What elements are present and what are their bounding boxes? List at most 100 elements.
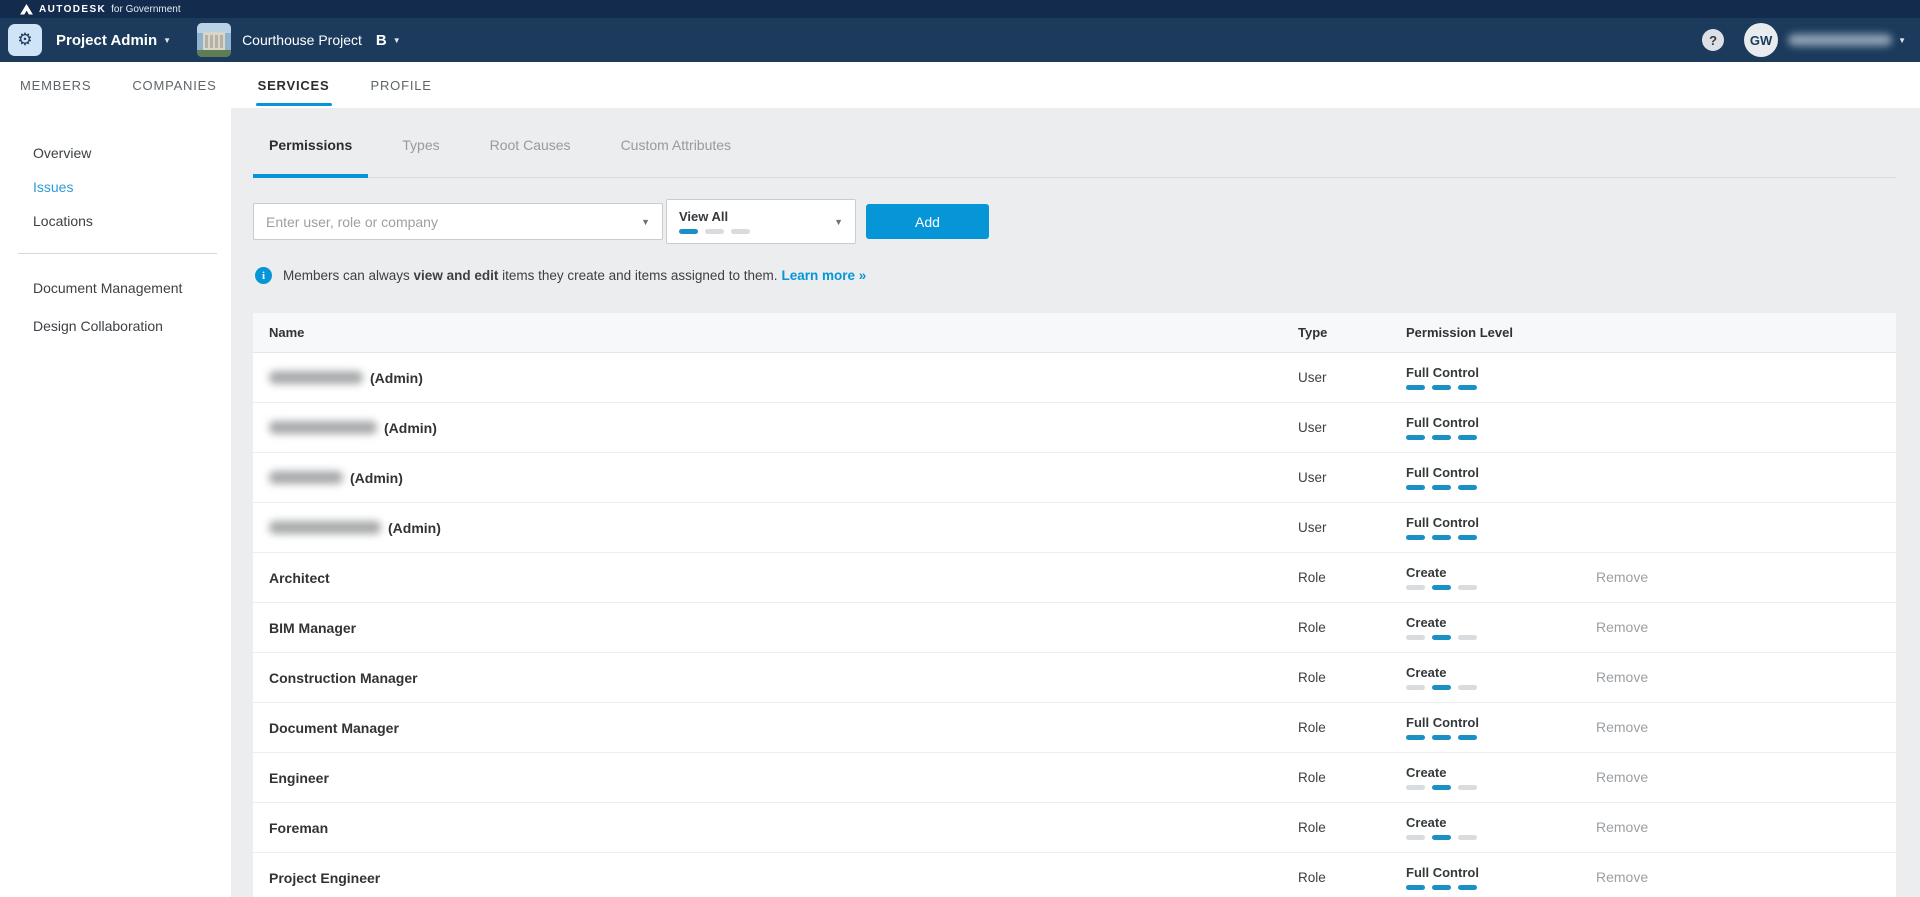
permission-level-bars: [679, 229, 834, 234]
tab-companies[interactable]: COMPANIES: [130, 62, 218, 108]
row-name: Project Engineer: [253, 870, 1298, 886]
subtab-custom-attributes[interactable]: Custom Attributes: [605, 124, 748, 177]
admin-suffix: (Admin): [370, 370, 423, 386]
row-name: (Admin): [253, 470, 1298, 486]
permission-cell[interactable]: Full Control: [1406, 415, 1596, 440]
tab-services[interactable]: SERVICES: [256, 62, 332, 108]
subtab-types[interactable]: Types: [386, 124, 455, 177]
subtab-permissions[interactable]: Permissions: [253, 124, 368, 177]
remove-cell: Remove: [1596, 669, 1896, 687]
table-row: (Admin) User Full Control: [253, 503, 1896, 553]
level-bar: [731, 229, 750, 234]
redacted-name: [269, 421, 377, 434]
remove-link[interactable]: Remove: [1596, 569, 1648, 585]
permission-label: Full Control: [1406, 415, 1596, 430]
permission-label: Full Control: [1406, 515, 1596, 530]
level-bar: [1458, 785, 1477, 790]
redacted-name: [269, 371, 363, 384]
level-bar: [1458, 735, 1477, 740]
remove-link[interactable]: Remove: [1596, 719, 1648, 735]
subtab-root-causes[interactable]: Root Causes: [474, 124, 587, 177]
permission-level-bars: [1406, 485, 1596, 490]
project-name: Courthouse Project: [242, 32, 362, 48]
permission-label: Create: [1406, 565, 1596, 580]
permission-cell[interactable]: Create: [1406, 565, 1596, 590]
help-button[interactable]: ?: [1702, 29, 1724, 51]
tab-profile[interactable]: PROFILE: [369, 62, 434, 108]
gear-icon: ⚙: [17, 30, 32, 50]
remove-link[interactable]: Remove: [1596, 819, 1648, 835]
permission-cell[interactable]: Full Control: [1406, 865, 1596, 890]
permission-label: Full Control: [1406, 465, 1596, 480]
table-row: Project Engineer Role Full Control Remov…: [253, 853, 1896, 897]
permission-cell[interactable]: Full Control: [1406, 715, 1596, 740]
remove-link[interactable]: Remove: [1596, 619, 1648, 635]
level-bar: [1458, 685, 1477, 690]
table-body: (Admin) User Full Control (Admin) User F…: [253, 353, 1896, 897]
permission-filter-dropdown[interactable]: View All ▼: [666, 199, 856, 244]
level-bar: [1458, 585, 1477, 590]
user-menu[interactable]: GW ▼: [1724, 23, 1906, 57]
permission-controls: ▼ View All ▼ Add: [253, 199, 1896, 244]
app-header: ⚙ Project Admin ▼ Courthouse Project B ▼…: [0, 18, 1920, 62]
user-role-company-select[interactable]: ▼: [253, 203, 663, 240]
level-bar: [1432, 585, 1451, 590]
remove-cell: Remove: [1596, 619, 1896, 637]
info-banner: i Members can always view and edit items…: [253, 267, 1896, 284]
permission-label: Full Control: [1406, 715, 1596, 730]
sidebar-item-overview[interactable]: Overview: [0, 136, 231, 170]
user-role-company-input[interactable]: [266, 214, 641, 230]
remove-link[interactable]: Remove: [1596, 869, 1648, 885]
permission-label: Full Control: [1406, 365, 1596, 380]
level-bar: [1432, 385, 1451, 390]
level-bar: [1432, 885, 1451, 890]
row-type: User: [1298, 370, 1406, 385]
level-bar: [1432, 535, 1451, 540]
row-type: Role: [1298, 720, 1406, 735]
permission-cell[interactable]: Create: [1406, 615, 1596, 640]
sidebar-item-locations[interactable]: Locations: [0, 204, 231, 238]
learn-more-link[interactable]: Learn more »: [781, 268, 866, 283]
permission-cell[interactable]: Create: [1406, 765, 1596, 790]
table-row: Engineer Role Create Remove: [253, 753, 1896, 803]
product-switcher[interactable]: B ▼: [376, 32, 401, 49]
permission-cell[interactable]: Full Control: [1406, 365, 1596, 390]
remove-link[interactable]: Remove: [1596, 769, 1648, 785]
permission-label: Create: [1406, 615, 1596, 630]
level-bar: [1458, 435, 1477, 440]
permission-level-bars: [1406, 635, 1596, 640]
chevron-down-icon: ▼: [1898, 36, 1906, 45]
sidebar-item-issues[interactable]: Issues: [0, 170, 231, 204]
module-selector[interactable]: Project Admin ▼: [56, 32, 171, 49]
column-header-permission: Permission Level: [1406, 325, 1596, 340]
permission-label: Create: [1406, 815, 1596, 830]
permission-cell[interactable]: Full Control: [1406, 515, 1596, 540]
redacted-username: [1788, 34, 1892, 46]
table-row: Architect Role Create Remove: [253, 553, 1896, 603]
permission-level-bars: [1406, 735, 1596, 740]
permission-level-bars: [1406, 835, 1596, 840]
permission-cell[interactable]: Create: [1406, 815, 1596, 840]
permission-cell[interactable]: Full Control: [1406, 465, 1596, 490]
sidebar-item-document-management[interactable]: Document Management: [0, 269, 231, 307]
tab-members[interactable]: MEMBERS: [18, 62, 93, 108]
redacted-name: [269, 521, 381, 534]
issues-subtabs: Permissions Types Root Causes Custom Att…: [253, 124, 1896, 178]
remove-link[interactable]: Remove: [1596, 669, 1648, 685]
permission-cell[interactable]: Create: [1406, 665, 1596, 690]
level-bar: [1458, 835, 1477, 840]
admin-suffix: (Admin): [384, 420, 437, 436]
admin-gear-button[interactable]: ⚙: [8, 24, 42, 56]
row-name: (Admin): [253, 520, 1298, 536]
row-type: Role: [1298, 770, 1406, 785]
add-button[interactable]: Add: [866, 204, 989, 239]
permission-level-bars: [1406, 885, 1596, 890]
project-thumbnail: [197, 23, 231, 57]
table-row: (Admin) User Full Control: [253, 353, 1896, 403]
level-bar: [1432, 485, 1451, 490]
level-bar: [1406, 735, 1425, 740]
row-name: BIM Manager: [253, 620, 1298, 636]
main-content: Permissions Types Root Causes Custom Att…: [231, 108, 1920, 897]
level-bar: [1406, 635, 1425, 640]
sidebar-item-design-collaboration[interactable]: Design Collaboration: [0, 307, 231, 345]
